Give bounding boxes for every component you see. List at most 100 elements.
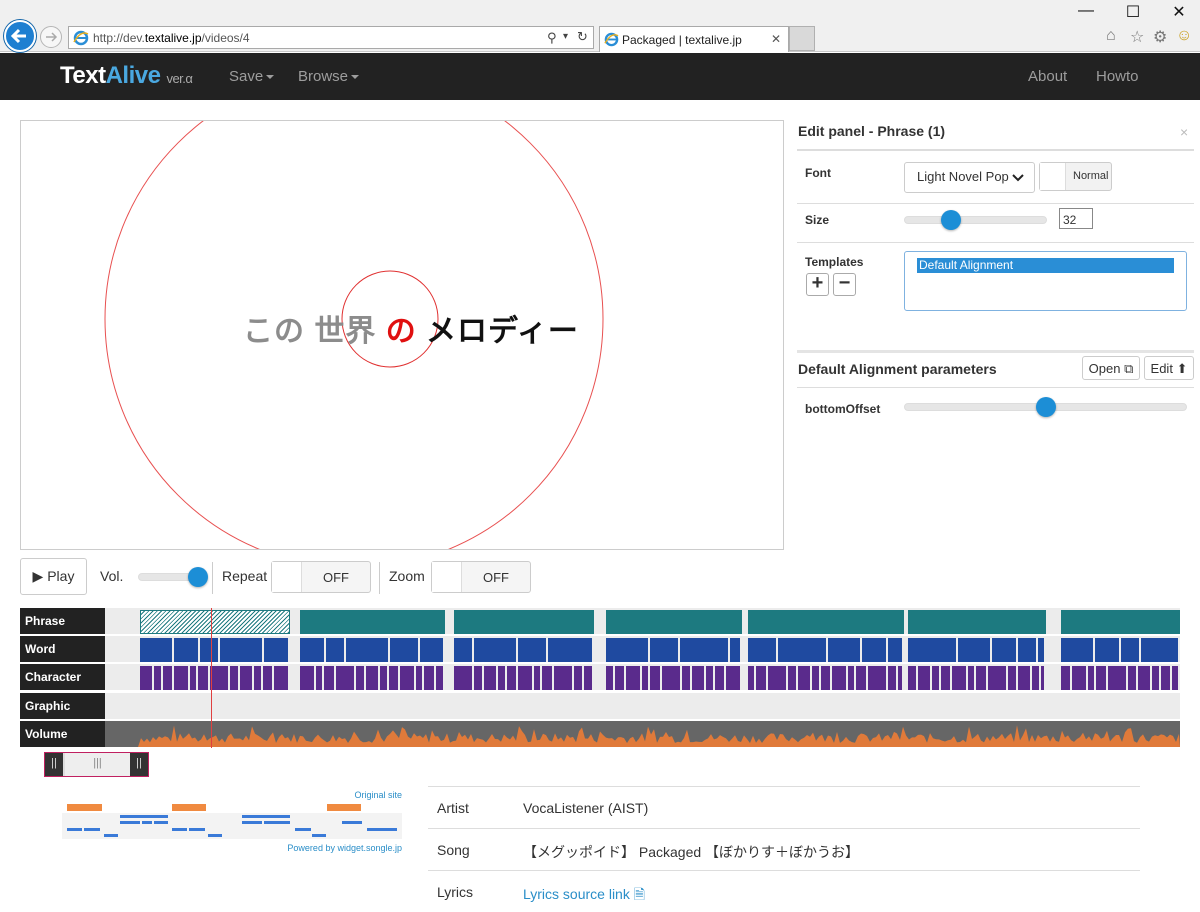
character-block[interactable]	[542, 666, 552, 690]
address-bar[interactable]: http://dev.textalive.jp/videos/4 ⚲ ▾ ↻	[68, 26, 594, 49]
character-block[interactable]	[1096, 666, 1106, 690]
character-block[interactable]	[389, 666, 398, 690]
close-panel-icon[interactable]: ×	[1180, 124, 1188, 140]
phrase-block[interactable]	[606, 610, 742, 634]
character-block[interactable]	[692, 666, 704, 690]
character-block[interactable]	[868, 666, 886, 690]
smiley-icon[interactable]: ☺	[1176, 27, 1192, 45]
word-block[interactable]	[1141, 638, 1178, 662]
word-block[interactable]	[454, 638, 472, 662]
timeline-row-character[interactable]	[105, 664, 1180, 690]
character-block[interactable]	[952, 666, 966, 690]
word-block[interactable]	[730, 638, 740, 662]
character-block[interactable]	[606, 666, 613, 690]
character-block[interactable]	[706, 666, 713, 690]
character-block[interactable]	[230, 666, 238, 690]
character-block[interactable]	[254, 666, 261, 690]
lyric-phrase[interactable]: この 世界 の メロディー	[243, 306, 579, 350]
font-style-toggle[interactable]: Normal	[1039, 162, 1112, 191]
word-block[interactable]	[1018, 638, 1036, 662]
phrase-block[interactable]	[908, 610, 1046, 634]
volume-slider-handle[interactable]	[188, 567, 208, 587]
lyrics-source-link[interactable]: Lyrics source link 🗎	[523, 884, 645, 908]
character-block[interactable]	[1072, 666, 1086, 690]
minimize-icon[interactable]: —	[1076, 2, 1096, 20]
about-link[interactable]: About	[1028, 68, 1067, 85]
character-block[interactable]	[174, 666, 188, 690]
search-icon[interactable]: ⚲	[547, 30, 557, 46]
word-block[interactable]	[606, 638, 648, 662]
character-block[interactable]	[210, 666, 228, 690]
size-input[interactable]: 32	[1059, 208, 1093, 229]
word-block[interactable]	[828, 638, 860, 662]
refresh-icon[interactable]: ↻	[577, 29, 588, 45]
scrubber-grip[interactable]: |||	[65, 753, 130, 776]
phrase-block[interactable]	[748, 610, 904, 634]
character-block[interactable]	[626, 666, 640, 690]
timeline-row-volume[interactable]	[105, 721, 1180, 747]
timeline-row-graphic[interactable]	[105, 693, 1180, 719]
character-block[interactable]	[898, 666, 902, 690]
play-button[interactable]: ▶ Play	[20, 558, 87, 595]
character-block[interactable]	[436, 666, 443, 690]
character-block[interactable]	[821, 666, 830, 690]
character-block[interactable]	[726, 666, 740, 690]
character-block[interactable]	[1032, 666, 1039, 690]
size-slider-track[interactable]	[904, 216, 1047, 224]
new-tab-button[interactable]	[789, 26, 815, 51]
word-block[interactable]	[140, 638, 172, 662]
word-block[interactable]	[300, 638, 324, 662]
character-block[interactable]	[856, 666, 866, 690]
character-block[interactable]	[908, 666, 916, 690]
character-block[interactable]	[798, 666, 810, 690]
character-block[interactable]	[584, 666, 592, 690]
logo[interactable]: TextAlive ver.α	[60, 62, 193, 90]
character-block[interactable]	[380, 666, 387, 690]
character-block[interactable]	[1108, 666, 1126, 690]
word-block[interactable]	[220, 638, 262, 662]
character-block[interactable]	[140, 666, 152, 690]
character-block[interactable]	[198, 666, 208, 690]
remove-template-button[interactable]: −	[833, 273, 856, 296]
browser-tab[interactable]: Packaged | textalive.jp ✕	[599, 26, 789, 52]
character-block[interactable]	[812, 666, 819, 690]
character-block[interactable]	[1138, 666, 1150, 690]
character-block[interactable]	[518, 666, 532, 690]
character-block[interactable]	[366, 666, 378, 690]
back-button[interactable]	[4, 20, 36, 52]
word-block[interactable]	[420, 638, 443, 662]
template-item[interactable]: Default Alignment	[917, 258, 1174, 273]
character-block[interactable]	[988, 666, 1006, 690]
character-block[interactable]	[832, 666, 846, 690]
word-block[interactable]	[174, 638, 198, 662]
phrase-block[interactable]	[1061, 610, 1180, 634]
character-block[interactable]	[356, 666, 364, 690]
character-block[interactable]	[554, 666, 572, 690]
home-icon[interactable]: ⌂	[1106, 27, 1116, 45]
character-block[interactable]	[615, 666, 624, 690]
character-block[interactable]	[918, 666, 930, 690]
character-block[interactable]	[1061, 666, 1070, 690]
character-block[interactable]	[400, 666, 414, 690]
character-block[interactable]	[1008, 666, 1016, 690]
powered-by-link[interactable]: Powered by widget.songle.jp	[287, 843, 402, 853]
phrase-block[interactable]	[140, 610, 290, 634]
character-block[interactable]	[163, 666, 172, 690]
character-block[interactable]	[1152, 666, 1159, 690]
original-site-link[interactable]: Original site	[354, 790, 402, 800]
zoom-toggle[interactable]: OFF	[431, 561, 531, 593]
word-block[interactable]	[264, 638, 288, 662]
character-block[interactable]	[574, 666, 582, 690]
favorites-star-icon[interactable]: ☆	[1130, 27, 1144, 47]
character-block[interactable]	[484, 666, 496, 690]
timeline-scrubber[interactable]: || ||| ||	[44, 752, 149, 777]
font-select[interactable]: Light Novel Pop	[904, 162, 1035, 193]
character-block[interactable]	[932, 666, 939, 690]
character-block[interactable]	[662, 666, 680, 690]
character-block[interactable]	[424, 666, 434, 690]
songle-widget[interactable]: Original site Powered by widget.songle.j…	[62, 790, 402, 854]
templates-list[interactable]: Default Alignment	[904, 251, 1187, 311]
character-block[interactable]	[1041, 666, 1044, 690]
character-block[interactable]	[888, 666, 896, 690]
word-block[interactable]	[908, 638, 956, 662]
